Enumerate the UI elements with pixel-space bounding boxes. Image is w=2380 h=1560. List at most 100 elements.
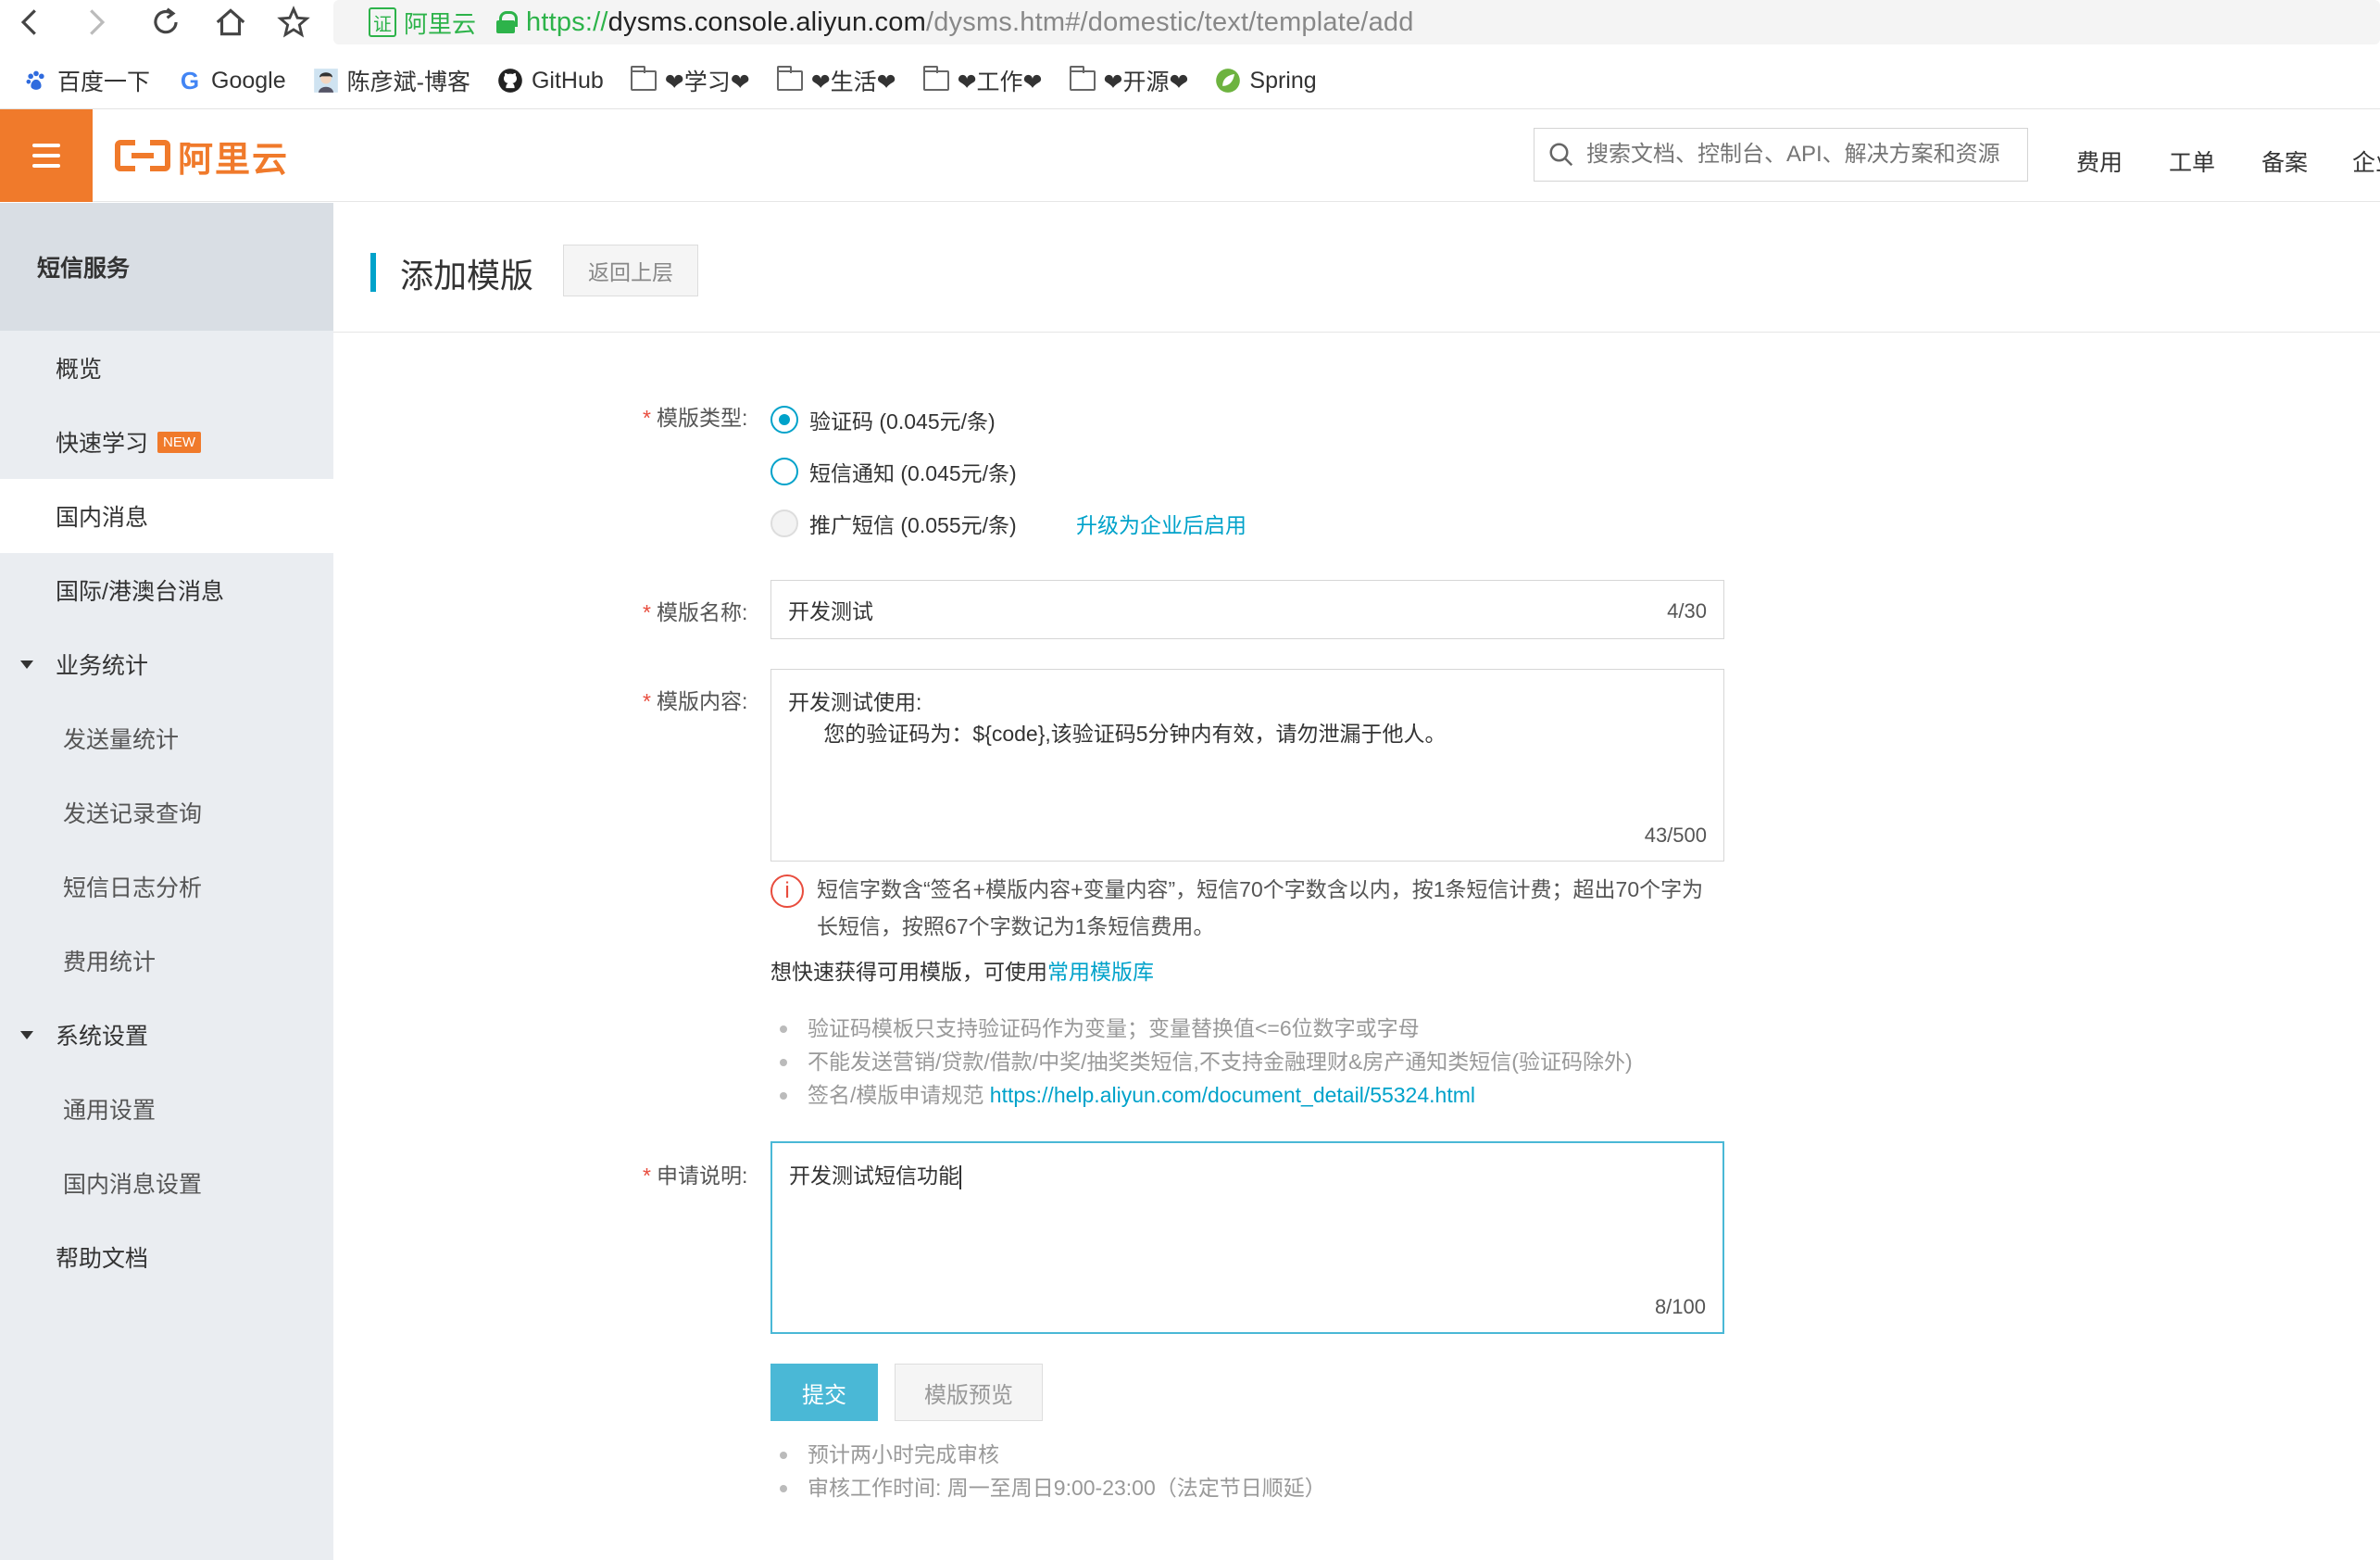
sidebar-item-domestic[interactable]: 国内消息 [0, 479, 333, 553]
sidebar-item-domestic-settings[interactable]: 国内消息设置 [0, 1146, 333, 1220]
sidebar-item-quick-learn[interactable]: 快速学习 NEW [0, 405, 333, 479]
radio-unchecked-icon [770, 458, 798, 485]
template-name-input[interactable]: 开发测试 4/30 [770, 580, 1724, 639]
folder-icon [630, 66, 658, 94]
bookmark-label: ❤开源❤ [1103, 69, 1189, 95]
bookmark-folder-life[interactable]: ❤生活❤ [776, 64, 896, 97]
list-item: 验证码模板只支持验证码作为变量；变量替换值<=6位数字或字母 [778, 1012, 1633, 1045]
github-icon [496, 67, 524, 94]
radio-verification-code[interactable]: 验证码 (0.045元/条) [770, 404, 996, 435]
apply-reason-textarea[interactable]: 开发测试短信功能 8/100 [770, 1141, 1724, 1334]
address-bar[interactable]: 证 阿里云 https://dysms.console.aliyun.com/d… [333, 0, 2380, 44]
new-badge: NEW [157, 431, 202, 453]
template-content-label: * 模版内容: [643, 689, 748, 713]
apply-reason-value: 开发测试短信功能 [789, 1164, 961, 1189]
template-content-counter: 43/500 [1644, 824, 1707, 847]
sidebar-group-settings[interactable]: 系统设置 [0, 998, 333, 1072]
spec-doc-link[interactable]: https://help.aliyun.com/document_detail/… [990, 1083, 1475, 1107]
template-name-label: * 模版名称: [643, 600, 748, 624]
bookmarks-bar: 百度一下 G Google 陈彦斌-博客 GitHub ❤学习❤ ❤生活❤ ❤工… [0, 59, 1343, 102]
sidebar-item-help-docs[interactable]: 帮助文档 [0, 1220, 333, 1294]
aliyun-logo[interactable]: 阿里云 [115, 133, 289, 180]
sidebar-item-overview[interactable]: 概览 [0, 331, 333, 405]
apply-reason-counter: 8/100 [1654, 1295, 1706, 1318]
certificate-icon: 证 [369, 7, 396, 37]
home-icon[interactable] [207, 2, 254, 43]
bookmark-folder-opensource[interactable]: ❤开源❤ [1069, 64, 1189, 97]
url-text[interactable]: https://dysms.console.aliyun.com/dysms.h… [526, 7, 1414, 38]
folder-icon [776, 66, 804, 94]
browser-toolbar: 证 阿里云 https://dysms.console.aliyun.com/d… [0, 0, 2380, 109]
radio-disabled-icon [770, 510, 798, 537]
bookmark-google[interactable]: G Google [176, 67, 286, 94]
radio-checked-icon [770, 406, 798, 434]
radio-sms-notice[interactable]: 短信通知 (0.045元/条) [770, 456, 1017, 487]
review-tips-list: 预计两小时完成审核 审核工作时间: 周一至周日9:00-23:00（法定节日顺延… [778, 1438, 1326, 1504]
lock-icon [496, 11, 519, 33]
template-name-value: 开发测试 [788, 599, 873, 623]
bookmark-blog[interactable]: 陈彦斌-博客 [312, 64, 470, 97]
bookmark-label: ❤生活❤ [810, 69, 896, 95]
bookmark-label: GitHub [531, 67, 604, 94]
folder-icon [1069, 66, 1096, 94]
bookmark-folder-work[interactable]: ❤工作❤ [922, 64, 1043, 97]
bookmark-label: 陈彦斌-博客 [346, 69, 470, 95]
forward-arrow-icon[interactable] [72, 2, 119, 43]
template-library-link[interactable]: 常用模版库 [1047, 960, 1154, 984]
bookmark-star-icon[interactable] [270, 2, 317, 43]
bookmark-label: Google [211, 67, 286, 94]
google-g-icon: G [180, 66, 200, 94]
radio-promotion: 推广短信 (0.055元/条) [770, 508, 1017, 539]
template-content-textarea[interactable]: 开发测试使用: 您的验证码为：${code},该验证码5分钟内有效，请勿泄漏于他… [770, 669, 1724, 862]
sidebar-item-international[interactable]: 国际/港澳台消息 [0, 553, 333, 627]
console-header: 阿里云 费用 工单 备案 企业 [0, 109, 2380, 202]
page-title: 添加模版 [400, 257, 534, 295]
folder-icon [922, 66, 950, 94]
search-input[interactable] [1586, 142, 2022, 168]
spring-leaf-icon [1214, 67, 1242, 94]
title-accent-bar [370, 253, 376, 292]
sidebar-item-send-volume[interactable]: 发送量统计 [0, 701, 333, 775]
list-item: 预计两小时完成审核 [778, 1438, 1326, 1471]
search-box[interactable] [1534, 128, 2028, 182]
back-arrow-icon[interactable] [7, 2, 54, 43]
sidebar-item-cost-stats[interactable]: 费用统计 [0, 924, 333, 998]
top-link-icp[interactable]: 备案 [2261, 145, 2308, 178]
aliyun-logo-icon [115, 138, 170, 173]
template-content-value: 开发测试使用: 您的验证码为：${code},该验证码5分钟内有效，请勿泄漏于他… [788, 690, 1447, 746]
sidebar-item-general-settings[interactable]: 通用设置 [0, 1072, 333, 1146]
bookmark-baidu[interactable]: 百度一下 [22, 64, 150, 97]
back-button[interactable]: 返回上层 [563, 245, 698, 296]
sidebar-group-statistics[interactable]: 业务统计 [0, 627, 333, 701]
bookmark-spring[interactable]: Spring [1214, 67, 1317, 94]
template-library-hint: 想快速获得可用模版，可使用常用模版库 [770, 960, 1154, 984]
bookmark-label: ❤工作❤ [957, 69, 1043, 95]
template-name-counter: 4/30 [1667, 599, 1707, 623]
search-icon [1549, 143, 1573, 167]
upgrade-enterprise-link[interactable]: 升级为企业后启用 [1076, 508, 1246, 539]
top-link-billing[interactable]: 费用 [2076, 145, 2123, 178]
bookmark-github[interactable]: GitHub [496, 67, 604, 94]
sidebar-item-send-records[interactable]: 发送记录查询 [0, 775, 333, 849]
list-item: 签名/模版申请规范 https://help.aliyun.com/docume… [778, 1078, 1633, 1112]
top-link-ticket[interactable]: 工单 [2169, 145, 2215, 178]
sidebar-item-log-analysis[interactable]: 短信日志分析 [0, 849, 333, 924]
list-item: 不能发送营销/贷款/借款/中奖/抽奖类短信,不支持金融理财&房产通知类短信(验证… [778, 1045, 1633, 1078]
reload-icon[interactable] [143, 2, 189, 43]
page-header: 添加模版 返回上层 [333, 203, 2380, 333]
bookmark-label: Spring [1249, 67, 1317, 94]
top-link-enterprise[interactable]: 企业 [2352, 145, 2380, 178]
logo-text: 阿里云 [178, 140, 290, 180]
submit-button[interactable]: 提交 [770, 1364, 878, 1421]
bookmark-folder-study[interactable]: ❤学习❤ [630, 64, 750, 97]
certificate-label: 阿里云 [404, 9, 477, 38]
sidebar-title: 短信服务 [0, 203, 333, 331]
avatar-icon [312, 67, 340, 94]
certificate-badge[interactable]: 证 阿里云 [369, 6, 476, 40]
bookmark-label: 百度一下 [57, 69, 151, 95]
hamburger-menu-icon[interactable] [0, 109, 93, 202]
length-notice: 短信字数含“签名+模版内容+变量内容”，短信70个字数含以内，按1条短信计费；超… [817, 877, 1704, 938]
sidebar: 短信服务 概览 快速学习 NEW 国内消息 国际/港澳台消息 业务统计 发送量统计… [0, 203, 333, 1560]
preview-button[interactable]: 模版预览 [895, 1364, 1043, 1421]
bookmark-label: ❤学习❤ [664, 69, 750, 95]
